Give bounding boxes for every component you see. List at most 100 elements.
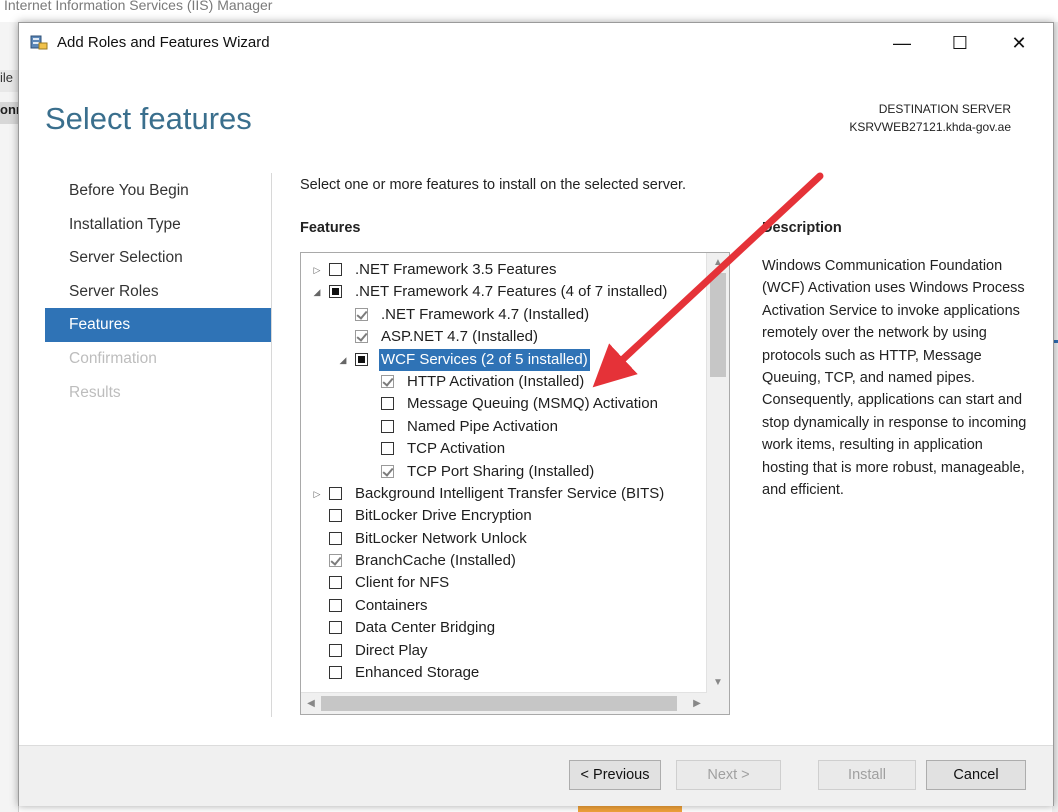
feature-checkbox[interactable]: [329, 576, 342, 590]
maximize-button[interactable]: ☐: [937, 27, 983, 59]
collapse-arrow-icon[interactable]: ◢: [337, 349, 349, 371]
feature-checkbox[interactable]: [329, 598, 342, 612]
minimize-button[interactable]: —: [879, 27, 925, 59]
server-manager-icon: [30, 34, 48, 50]
feature-label[interactable]: HTTP Activation (Installed): [407, 371, 584, 393]
feature-checkbox[interactable]: [329, 509, 342, 523]
feature-checkbox[interactable]: [329, 621, 342, 635]
feature-row[interactable]: Direct Play: [301, 640, 705, 662]
description-heading: Description: [762, 220, 842, 236]
feature-checkbox[interactable]: [381, 442, 394, 456]
feature-label[interactable]: Containers: [355, 595, 428, 617]
feature-label[interactable]: Direct Play: [355, 640, 428, 662]
feature-row[interactable]: BitLocker Network Unlock: [301, 528, 705, 550]
feature-label[interactable]: .NET Framework 4.7 Features (4 of 7 inst…: [355, 281, 667, 303]
features-heading: Features: [300, 220, 361, 236]
feature-checkbox[interactable]: [329, 285, 342, 299]
destination-server-info: DESTINATION SERVER KSRVWEB27121.khda-gov…: [849, 100, 1011, 136]
feature-label[interactable]: BitLocker Network Unlock: [355, 528, 527, 550]
feature-label[interactable]: TCP Port Sharing (Installed): [407, 461, 594, 483]
nav-item-installation-type[interactable]: Installation Type: [45, 208, 271, 242]
feature-row[interactable]: .NET Framework 4.7 (Installed): [301, 304, 705, 326]
feature-checkbox: [355, 330, 368, 344]
add-roles-features-wizard-dialog: Add Roles and Features Wizard — ☐ ✕ Sele…: [18, 22, 1054, 806]
horizontal-scrollbar[interactable]: ◀ ▶: [301, 692, 707, 714]
feature-row[interactable]: BranchCache (Installed): [301, 550, 705, 572]
scroll-right-icon[interactable]: ▶: [687, 693, 707, 714]
titlebar: Add Roles and Features Wizard — ☐ ✕: [19, 23, 1053, 63]
feature-row[interactable]: Message Queuing (MSMQ) Activation: [301, 393, 705, 415]
feature-row[interactable]: HTTP Activation (Installed): [301, 371, 705, 393]
feature-checkbox[interactable]: [355, 352, 368, 366]
feature-checkbox[interactable]: [381, 397, 394, 411]
feature-label[interactable]: BitLocker Drive Encryption: [355, 505, 532, 527]
feature-label[interactable]: Background Intelligent Transfer Service …: [355, 483, 664, 505]
background-panel-fragment: onn: [0, 102, 18, 124]
feature-row[interactable]: Enhanced Storage: [301, 662, 705, 684]
feature-label[interactable]: Named Pipe Activation: [407, 416, 558, 438]
feature-label[interactable]: ASP.NET 4.7 (Installed): [381, 326, 538, 348]
destination-server-name: KSRVWEB27121.khda-gov.ae: [849, 120, 1011, 134]
scroll-left-icon[interactable]: ◀: [301, 693, 321, 714]
nav-item-confirmation: Confirmation: [69, 349, 157, 367]
feature-label[interactable]: WCF Services (2 of 5 installed): [379, 348, 590, 371]
feature-label[interactable]: Message Queuing (MSMQ) Activation: [407, 393, 658, 415]
feature-checkbox[interactable]: [329, 263, 342, 276]
nav-item-server-roles[interactable]: Server Roles: [45, 275, 271, 309]
scroll-down-icon[interactable]: ▼: [707, 673, 729, 693]
feature-row[interactable]: ASP.NET 4.7 (Installed): [301, 326, 705, 348]
expand-arrow-icon[interactable]: ▷: [311, 483, 323, 505]
destination-label: DESTINATION SERVER: [878, 102, 1011, 116]
feature-row[interactable]: TCP Activation: [301, 438, 705, 460]
feature-checkbox[interactable]: [329, 531, 342, 545]
feature-label[interactable]: Client for NFS: [355, 572, 449, 594]
vertical-scrollbar[interactable]: ▲ ▼: [706, 253, 729, 693]
background-window-left-strip: ile onn: [0, 22, 19, 812]
feature-row[interactable]: TCP Port Sharing (Installed): [301, 461, 705, 483]
close-button[interactable]: ✕: [996, 27, 1042, 59]
feature-checkbox[interactable]: [329, 643, 342, 657]
dialog-title: Add Roles and Features Wizard: [57, 34, 270, 51]
background-window-title: Internet Information Services (IIS) Mana…: [0, 0, 1058, 22]
feature-row[interactable]: ◢ WCF Services (2 of 5 installed): [301, 348, 705, 371]
feature-row[interactable]: Data Center Bridging: [301, 617, 705, 639]
background-menu-fragment: ile: [0, 70, 18, 92]
horizontal-scroll-thumb[interactable]: [321, 696, 677, 711]
feature-label[interactable]: .NET Framework 3.5 Features: [355, 259, 556, 281]
feature-row[interactable]: Named Pipe Activation: [301, 416, 705, 438]
expand-arrow-icon[interactable]: ▷: [311, 259, 323, 281]
nav-item-server-selection[interactable]: Server Selection: [45, 241, 271, 275]
feature-row[interactable]: Client for NFS: [301, 572, 705, 594]
feature-row[interactable]: ◢ .NET Framework 4.7 Features (4 of 7 ins…: [301, 281, 705, 303]
feature-row[interactable]: ▷ Background Intelligent Transfer Service…: [301, 483, 705, 505]
nav-item-features[interactable]: Features: [45, 308, 271, 342]
page-title: Select features: [45, 101, 252, 136]
cancel-button[interactable]: Cancel: [926, 760, 1026, 790]
install-button: Install: [818, 760, 916, 790]
wizard-footer: < Previous Next > Install Cancel: [19, 745, 1053, 806]
feature-row[interactable]: Containers: [301, 595, 705, 617]
nav-item-before-you-begin[interactable]: Before You Begin: [45, 174, 271, 208]
feature-checkbox[interactable]: [329, 486, 342, 500]
feature-label[interactable]: BranchCache (Installed): [355, 550, 516, 572]
next-button: Next >: [676, 760, 781, 790]
feature-label[interactable]: Enhanced Storage: [355, 662, 479, 684]
feature-checkbox[interactable]: [381, 419, 394, 433]
collapse-arrow-icon[interactable]: ◢: [311, 281, 323, 303]
feature-checkbox: [355, 307, 368, 321]
features-tree[interactable]: ▷ .NET Framework 3.5 Features ◢ .NET Framew…: [300, 252, 730, 715]
feature-label[interactable]: Data Center Bridging: [355, 617, 495, 639]
wizard-nav: Before You Begin Installation Type Serve…: [45, 174, 271, 409]
feature-label[interactable]: TCP Activation: [407, 438, 505, 460]
feature-checkbox: [381, 374, 394, 388]
feature-checkbox[interactable]: [329, 666, 342, 680]
feature-row[interactable]: BitLocker Drive Encryption: [301, 505, 705, 527]
instruction-text: Select one or more features to install o…: [300, 177, 687, 193]
vertical-scroll-thumb[interactable]: [710, 273, 726, 377]
features-tree-list: ▷ .NET Framework 3.5 Features ◢ .NET Framew…: [301, 259, 705, 684]
feature-label[interactable]: .NET Framework 4.7 (Installed): [381, 304, 589, 326]
scroll-up-icon[interactable]: ▲: [707, 253, 729, 273]
feature-row[interactable]: ▷ .NET Framework 3.5 Features: [301, 259, 705, 281]
previous-button[interactable]: < Previous: [569, 760, 661, 790]
nav-item-results: Results: [69, 383, 121, 401]
